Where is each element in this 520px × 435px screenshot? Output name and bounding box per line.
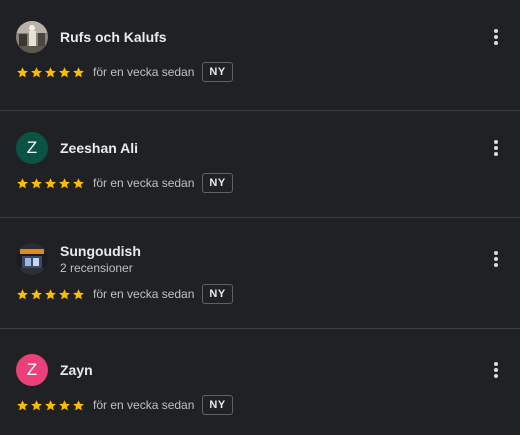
- review-meta: för en vecka sedan NY: [16, 395, 233, 415]
- star-rating: [16, 288, 85, 301]
- more-vert-icon: [494, 29, 498, 33]
- reviewer-name[interactable]: Zayn: [60, 362, 93, 378]
- star-icon: [31, 399, 42, 410]
- star-rating: [16, 399, 85, 412]
- star-icon: [59, 288, 70, 299]
- more-vert-icon: [494, 140, 498, 144]
- review-meta: för en vecka sedan NY: [16, 284, 233, 304]
- reviewer-name[interactable]: Sungoudish: [60, 243, 141, 259]
- more-vert-dot: [494, 152, 498, 156]
- star-rating: [16, 66, 85, 79]
- star-icon: [59, 399, 70, 410]
- reviewer-name[interactable]: Rufs och Kalufs: [60, 29, 167, 45]
- star-icon: [45, 177, 56, 188]
- more-vert-dot: [494, 368, 498, 372]
- star-icon: [45, 66, 56, 77]
- star-icon: [45, 288, 56, 299]
- review-meta: för en vecka sedan NY: [16, 62, 233, 82]
- salon-photo-icon: [16, 21, 48, 53]
- more-vert-dot: [494, 257, 498, 261]
- more-vert-icon: [494, 362, 498, 366]
- star-icon: [73, 66, 84, 77]
- review-item: Rufs och Kalufs för en vecka sedan NY: [0, 0, 520, 111]
- new-badge: NY: [202, 395, 233, 415]
- review-date: för en vecka sedan: [93, 287, 195, 301]
- new-badge: NY: [202, 284, 233, 304]
- reviewer-name[interactable]: Zeeshan Ali: [60, 140, 138, 156]
- star-icon: [73, 288, 84, 299]
- more-vert-dot: [494, 374, 498, 378]
- star-icon: [17, 66, 28, 77]
- more-options-button[interactable]: [488, 27, 504, 47]
- storefront-photo-icon: [16, 243, 48, 275]
- new-badge: NY: [202, 173, 233, 193]
- review-item: Z Zayn för en vecka sedan NY: [0, 329, 520, 435]
- star-rating: [16, 177, 85, 190]
- star-icon: [73, 399, 84, 410]
- more-vert-icon: [494, 251, 498, 255]
- star-icon: [31, 177, 42, 188]
- star-icon: [59, 177, 70, 188]
- avatar[interactable]: Z: [16, 354, 48, 386]
- avatar-letter: Z: [26, 138, 38, 157]
- star-icon: [45, 399, 56, 410]
- more-vert-dot: [494, 35, 498, 39]
- more-vert-dot: [494, 263, 498, 267]
- review-date: för en vecka sedan: [93, 65, 195, 79]
- review-count[interactable]: 2 recensioner: [60, 261, 133, 275]
- more-options-button[interactable]: [488, 138, 504, 158]
- more-options-button[interactable]: [488, 249, 504, 269]
- more-vert-dot: [494, 41, 498, 45]
- avatar[interactable]: Z: [16, 132, 48, 164]
- avatar-letter: Z: [26, 360, 38, 379]
- new-badge: NY: [202, 62, 233, 82]
- more-vert-dot: [494, 146, 498, 150]
- review-item: Sungoudish 2 recensioner för en vecka se…: [0, 218, 520, 329]
- star-icon: [59, 66, 70, 77]
- star-icon: [17, 177, 28, 188]
- review-date: för en vecka sedan: [93, 398, 195, 412]
- more-options-button[interactable]: [488, 360, 504, 380]
- review-meta: för en vecka sedan NY: [16, 173, 233, 193]
- star-icon: [31, 66, 42, 77]
- star-icon: [17, 399, 28, 410]
- star-icon: [17, 288, 28, 299]
- review-item: Z Zeeshan Ali för en vecka sedan NY: [0, 107, 520, 218]
- review-list: Rufs och Kalufs för en vecka sedan NY Z …: [0, 0, 520, 435]
- avatar[interactable]: [16, 21, 48, 53]
- star-icon: [31, 288, 42, 299]
- review-date: för en vecka sedan: [93, 176, 195, 190]
- avatar[interactable]: [16, 243, 48, 275]
- star-icon: [73, 177, 84, 188]
